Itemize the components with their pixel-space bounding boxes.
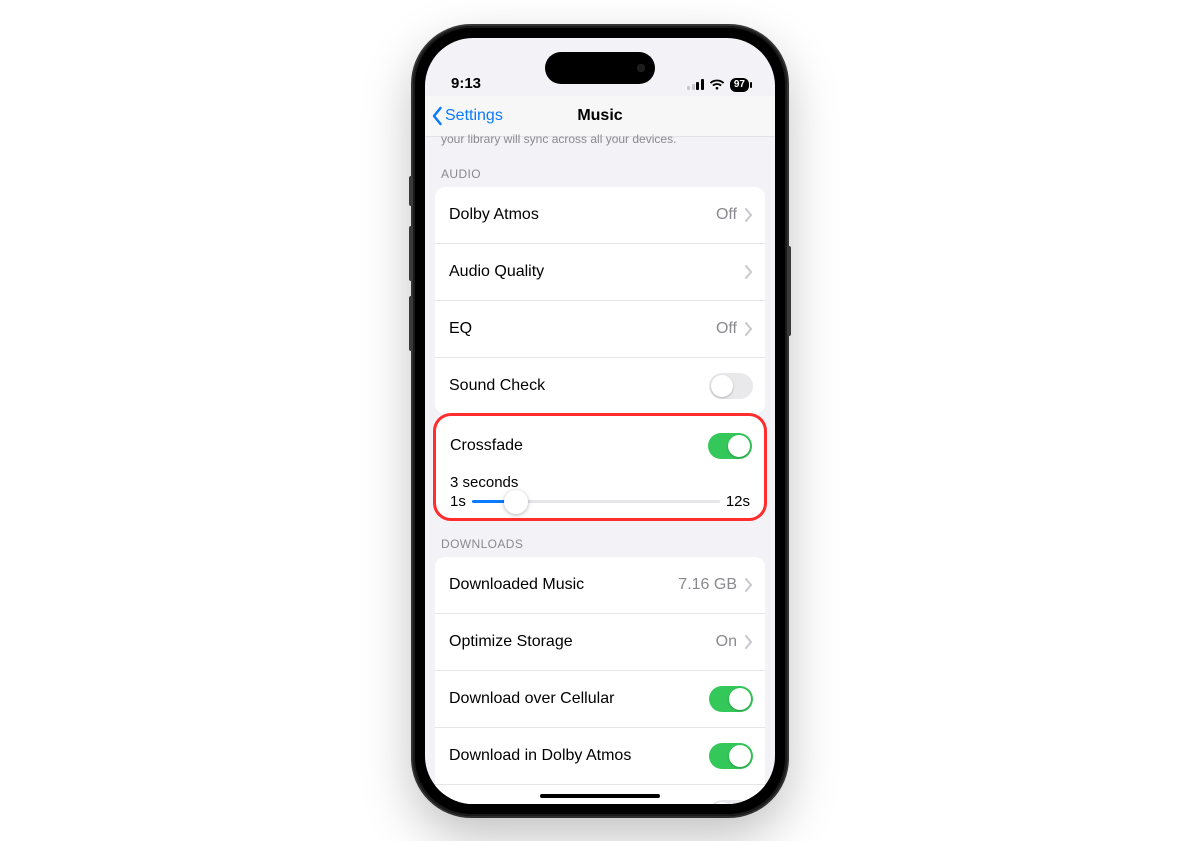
crossfade-slider[interactable] (472, 500, 720, 503)
download-cellular-switch[interactable] (709, 686, 753, 712)
slider-thumb[interactable] (504, 490, 528, 514)
dolby-atmos-value: Off (716, 206, 737, 224)
side-button (787, 246, 791, 336)
row-optimize-storage[interactable]: Optimize Storage On (435, 613, 765, 670)
chevron-right-icon (745, 265, 753, 279)
home-indicator[interactable] (540, 794, 660, 798)
nav-title: Music (577, 107, 622, 125)
download-cellular-label: Download over Cellular (449, 690, 701, 708)
ringer-switch (409, 176, 413, 206)
back-label: Settings (445, 107, 503, 125)
status-time: 9:13 (451, 75, 481, 92)
audio-quality-label: Audio Quality (449, 263, 737, 281)
chevron-right-icon (745, 578, 753, 592)
volume-up-button (409, 226, 413, 281)
volume-down-button (409, 296, 413, 351)
dynamic-island (545, 52, 655, 84)
iphone-frame: 9:13 97 (413, 26, 787, 816)
optimize-storage-value: On (716, 633, 737, 651)
section-header-audio: AUDIO (425, 151, 775, 187)
row-download-over-cellular[interactable]: Download over Cellular (435, 670, 765, 727)
back-button[interactable]: Settings (431, 96, 503, 136)
row-crossfade[interactable]: Crossfade (436, 416, 764, 474)
crossfade-label: Crossfade (450, 437, 700, 455)
row-eq[interactable]: EQ Off (435, 300, 765, 357)
downloaded-music-label: Downloaded Music (449, 576, 670, 594)
chevron-right-icon (745, 322, 753, 336)
optimize-storage-label: Optimize Storage (449, 633, 708, 651)
crossfade-max: 12s (726, 493, 750, 510)
sound-check-switch[interactable] (709, 373, 753, 399)
nav-bar: Settings Music (425, 96, 775, 137)
download-dolby-switch[interactable] (709, 743, 753, 769)
crossfade-min: 1s (450, 493, 466, 510)
downloaded-music-value: 7.16 GB (678, 576, 737, 594)
row-audio-quality[interactable]: Audio Quality (435, 243, 765, 300)
dolby-atmos-label: Dolby Atmos (449, 206, 708, 224)
row-dolby-atmos[interactable]: Dolby Atmos Off (435, 187, 765, 243)
sound-check-label: Sound Check (449, 377, 701, 395)
row-sound-check[interactable]: Sound Check (435, 357, 765, 414)
library-sync-note: your library will sync across all your d… (425, 132, 775, 152)
crossfade-highlight: Crossfade 3 seconds 1s 12s (433, 413, 767, 521)
battery-indicator: 97 (730, 78, 749, 92)
downloads-card: Downloaded Music 7.16 GB Optimize Storag… (435, 557, 765, 803)
eq-value: Off (716, 320, 737, 338)
download-dolby-label: Download in Dolby Atmos (449, 747, 701, 765)
auto-downloads-switch[interactable] (709, 800, 753, 803)
row-downloaded-music[interactable]: Downloaded Music 7.16 GB (435, 557, 765, 613)
cellular-signal-icon (687, 79, 704, 90)
chevron-right-icon (745, 635, 753, 649)
audio-card: Dolby Atmos Off Audio Quality EQ (435, 187, 765, 414)
crossfade-switch[interactable] (708, 433, 752, 459)
stage: 9:13 97 (0, 0, 1200, 841)
crossfade-slider-wrap: 3 seconds 1s 12s (436, 474, 764, 512)
row-download-in-dolby-atmos[interactable]: Download in Dolby Atmos (435, 727, 765, 784)
section-header-downloads: DOWNLOADS (425, 521, 775, 557)
screen: 9:13 97 (425, 38, 775, 804)
chevron-right-icon (745, 208, 753, 222)
wifi-icon (709, 79, 725, 91)
eq-label: EQ (449, 320, 708, 338)
crossfade-duration-label: 3 seconds (450, 474, 750, 491)
chevron-left-icon (431, 106, 443, 126)
settings-content[interactable]: your library will sync across all your d… (425, 132, 775, 804)
